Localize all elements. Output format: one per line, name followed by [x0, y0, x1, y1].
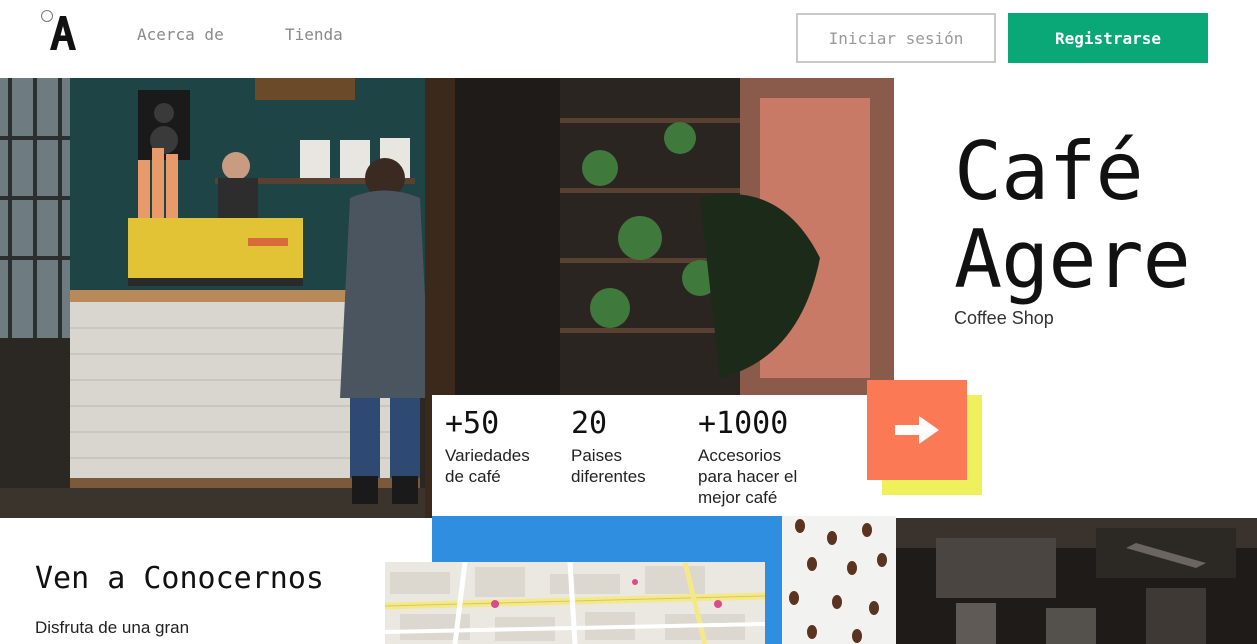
logo-icon[interactable] [48, 16, 78, 50]
stat-countries: 20 Paises diferentes [571, 407, 646, 487]
nav-link-about[interactable]: Acerca de [137, 25, 224, 44]
next-arrow-button[interactable] [867, 380, 967, 480]
hero-title-line2: Agere [954, 213, 1191, 306]
stat-label-line: mejor café [698, 488, 778, 507]
stat-label-line: de café [445, 467, 501, 486]
stat-label-line: diferentes [571, 467, 646, 486]
hero-title-line1: Café [954, 125, 1144, 218]
stat-varieties: +50 Variedades de café [445, 407, 530, 487]
stat-label-line: Paises [571, 446, 623, 465]
site-header: Acerca de Tienda Iniciar sesión Registra… [0, 0, 1257, 78]
stat-label-line: Accesorios [698, 446, 782, 465]
espresso-machine-photo [896, 518, 1257, 644]
stats-card: +50 Variedades de café 20 Paises diferen… [432, 395, 894, 516]
coffee-beans-photo [782, 516, 896, 644]
stat-value: +50 [445, 406, 500, 441]
about-text: Disfruta de una gran [35, 618, 190, 637]
espresso-machine-image [896, 518, 1257, 644]
stat-label-line: Variedades [445, 446, 530, 465]
stat-label: Paises diferentes [571, 445, 646, 487]
stat-label-line: para hacer el [698, 467, 798, 486]
nav-link-store[interactable]: Tienda [285, 25, 343, 44]
map-image [385, 562, 765, 644]
stat-value: +1000 [698, 406, 789, 441]
signup-button[interactable]: Registrarse [1008, 13, 1208, 63]
hero-title: Café Agere [954, 125, 1191, 306]
stat-accessories: +1000 Accesorios para hacer el mejor caf… [698, 407, 797, 508]
about-title: Ven a Conocernos [35, 561, 324, 596]
arrow-right-icon [895, 416, 939, 444]
stat-label: Variedades de café [445, 445, 530, 487]
location-map[interactable] [385, 562, 765, 644]
coffee-beans-image [782, 516, 896, 644]
hero-subtitle: Coffee Shop [954, 308, 1054, 328]
stat-label: Accesorios para hacer el mejor café [698, 445, 797, 508]
login-button[interactable]: Iniciar sesión [796, 13, 996, 63]
stat-value: 20 [571, 406, 608, 441]
